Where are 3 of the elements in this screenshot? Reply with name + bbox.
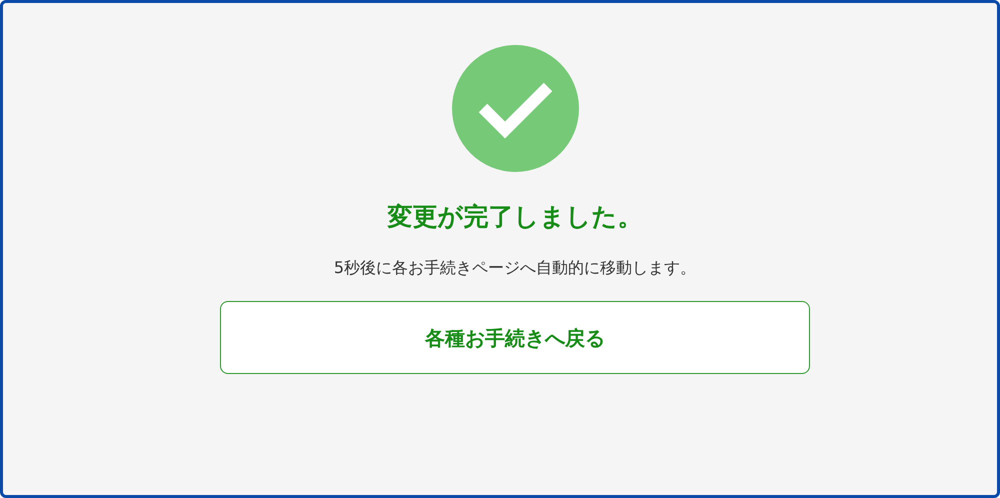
back-button[interactable]: 各種お手続きへ戻る (220, 301, 810, 374)
success-title: 変更が完了しました。 (388, 201, 642, 233)
redirect-message: 5秒後に各お手続きページへ自動的に移動します。 (334, 257, 696, 279)
